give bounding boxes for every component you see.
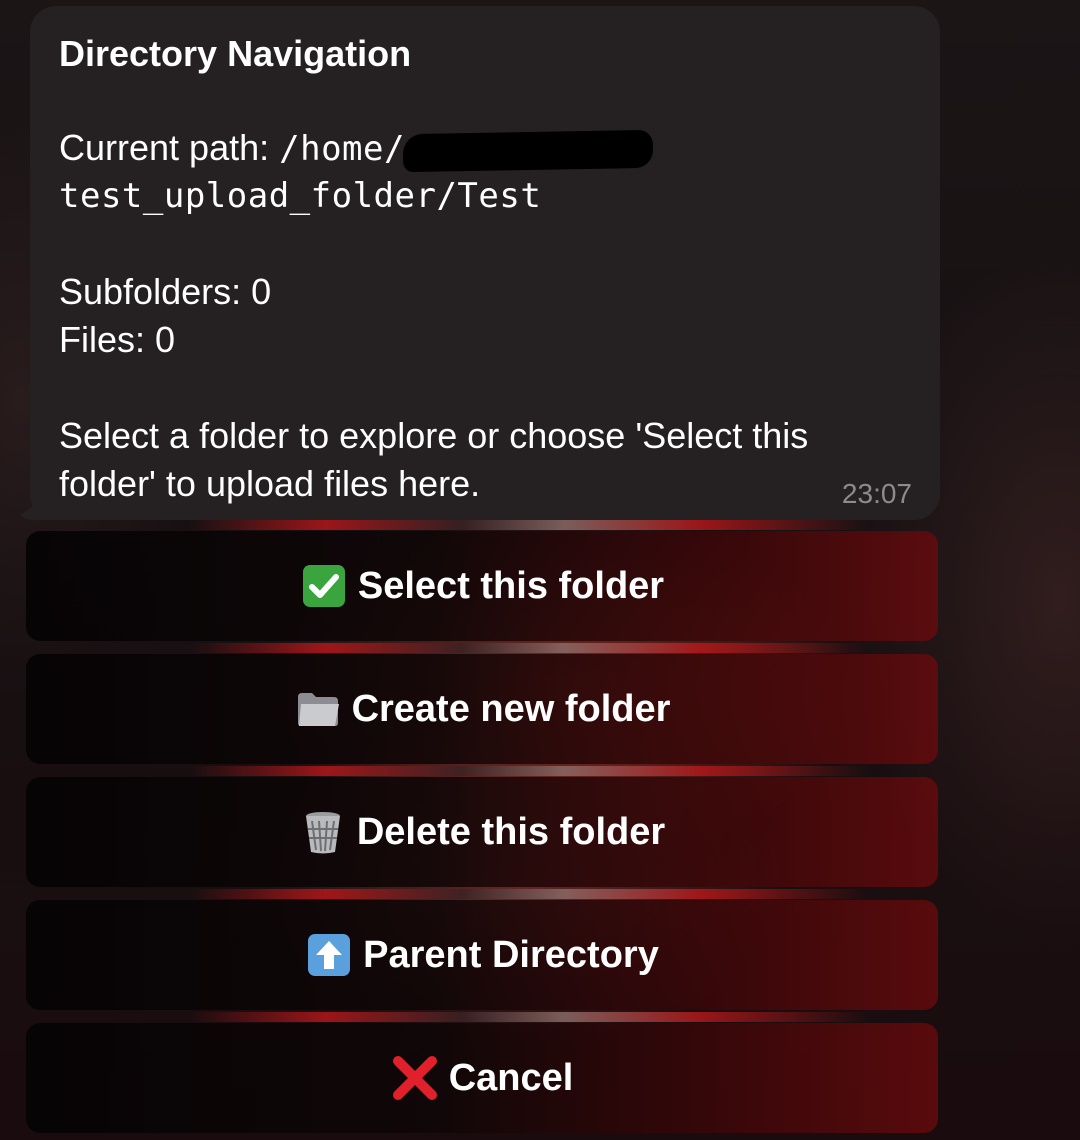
subfolders-count: Subfolders: 0	[59, 271, 272, 312]
instructions-line-1: Select a folder to explore or choose 'Se…	[59, 415, 809, 456]
path-start: /home/	[279, 129, 405, 169]
select-this-folder-button[interactable]: Select this folder	[26, 531, 938, 641]
cancel-label: Cancel	[448, 1056, 574, 1099]
message-bubble: Directory Navigation Current path: /home…	[30, 6, 940, 520]
check-mark-button-icon	[300, 562, 348, 610]
message-title: Directory Navigation	[59, 33, 412, 74]
path-continuation: test_upload_folder/Test	[59, 176, 542, 216]
files-count: Files: 0	[59, 319, 176, 360]
message-time: 23:07	[841, 478, 912, 509]
current-path-line: Current path: /home/	[59, 124, 912, 173]
select-this-folder-label: Select this folder	[357, 564, 665, 607]
instructions-line-2: folder' to upload files here.	[59, 463, 481, 504]
path-label: Current path:	[59, 127, 270, 168]
delete-this-folder-button[interactable]: Delete this folder	[26, 777, 938, 887]
folder-icon	[294, 685, 342, 733]
parent-directory-button[interactable]: Parent Directory	[26, 900, 938, 1010]
cancel-button[interactable]: Cancel	[26, 1023, 938, 1133]
redaction-mark	[402, 129, 654, 173]
wallpaper-detail	[190, 520, 870, 530]
inline-keyboard: Select this folder Create new folder Del…	[26, 531, 938, 1133]
parent-directory-label: Parent Directory	[363, 933, 659, 976]
create-new-folder-label: Create new folder	[351, 687, 671, 730]
create-new-folder-button[interactable]: Create new folder	[26, 654, 938, 764]
up-arrow-icon	[305, 931, 353, 979]
wastebasket-icon	[299, 808, 347, 856]
delete-this-folder-label: Delete this folder	[356, 810, 666, 853]
cross-mark-icon	[391, 1054, 439, 1102]
